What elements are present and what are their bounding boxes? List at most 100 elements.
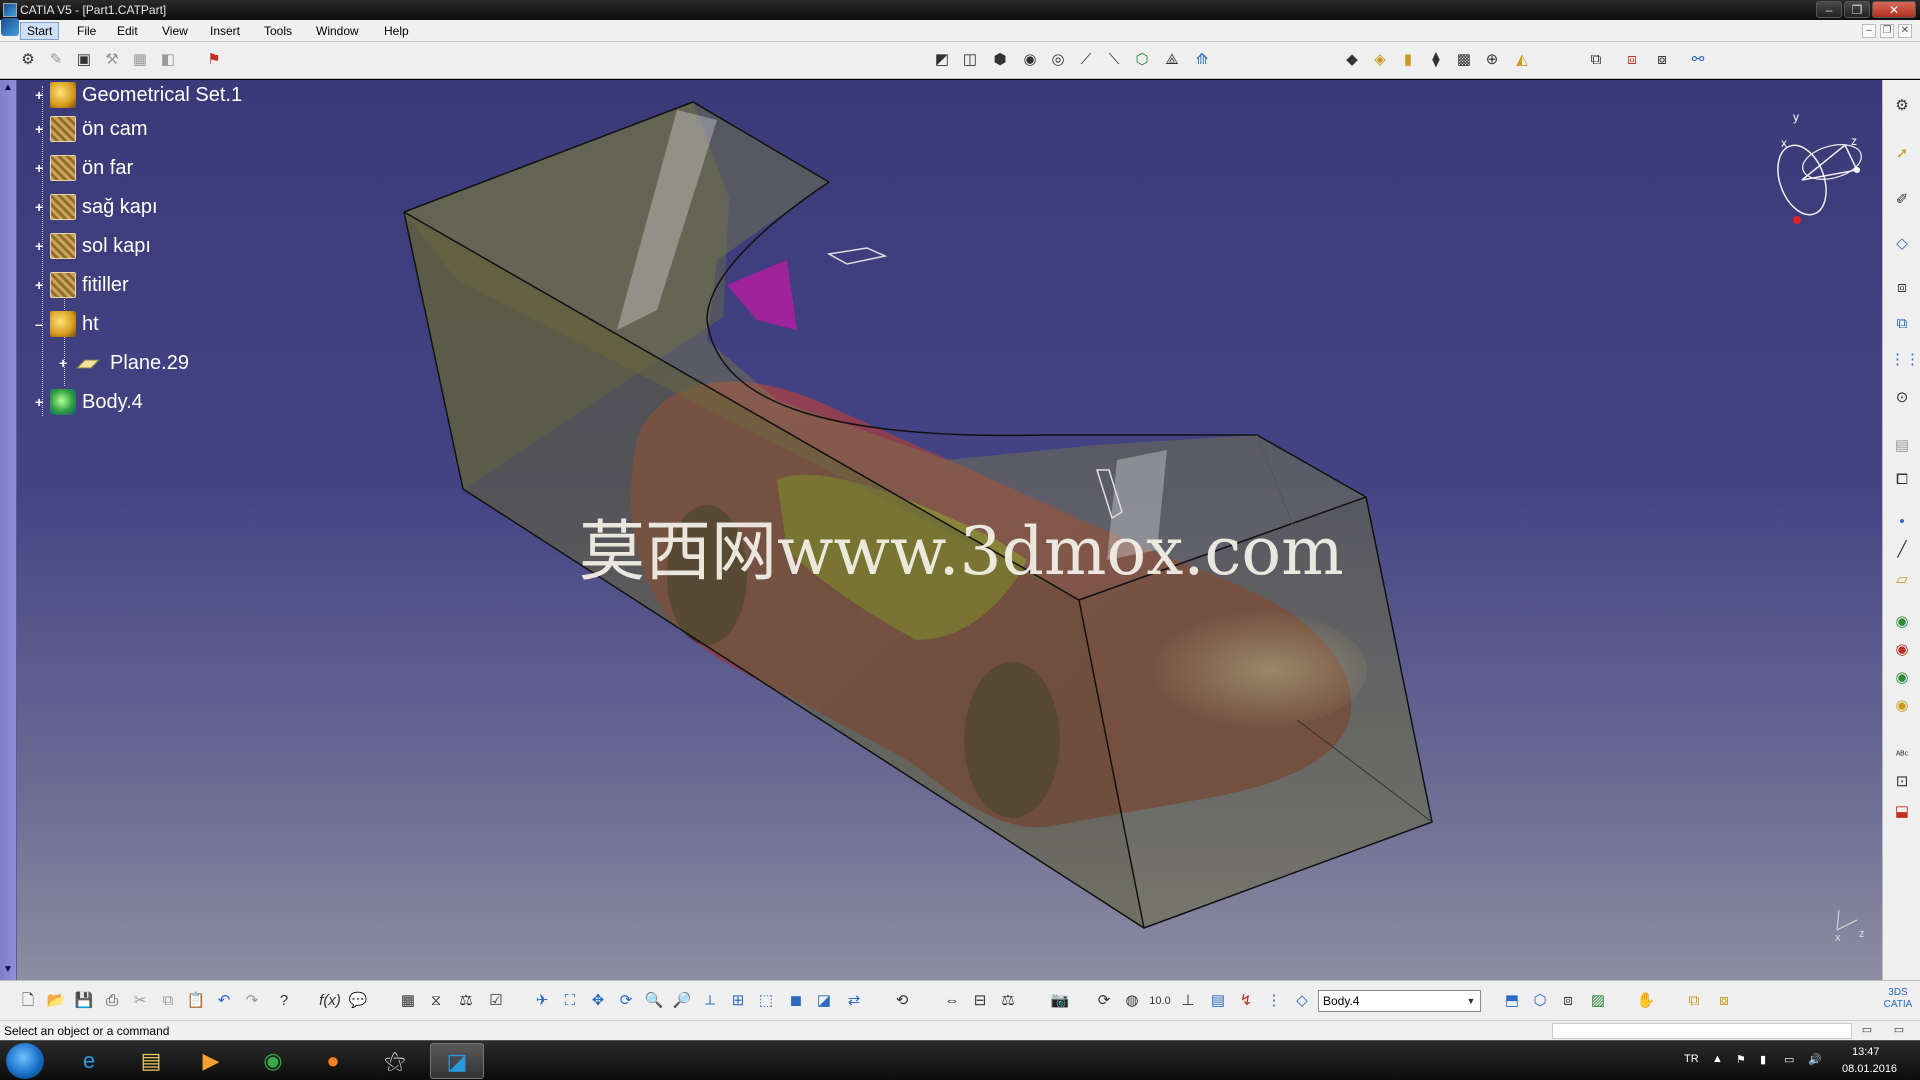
print-icon[interactable]: ⎙ — [100, 989, 124, 1013]
expand-icon[interactable]: + — [35, 88, 49, 103]
menu-start[interactable]: Start — [20, 22, 60, 40]
copy-doc-icon[interactable]: ⧉ — [156, 989, 180, 1013]
apply-material-icon[interactable]: ⧉ — [1890, 312, 1914, 336]
part-body-icon[interactable]: ◇ — [1290, 989, 1314, 1013]
document-icon[interactable] — [1, 18, 19, 36]
annotation-icon[interactable]: ᴬᴮᶜ — [1890, 744, 1914, 768]
knowledge-icon[interactable]: ⧖ — [424, 989, 448, 1013]
grid-icon[interactable]: ▦ — [128, 48, 152, 72]
action-center-icon[interactable]: ⚑ — [1736, 1053, 1746, 1066]
menu-tools[interactable]: Tools — [264, 24, 292, 38]
menu-help[interactable]: Help — [384, 24, 409, 38]
measure-icon[interactable]: ⧈ — [1890, 276, 1914, 300]
thickness-icon[interactable]: ▩ — [1452, 48, 1476, 72]
slot-icon[interactable]: ⟍ — [1102, 48, 1126, 72]
menu-view[interactable]: View — [162, 24, 188, 38]
scroll-up-icon[interactable]: ▲ — [2, 82, 14, 94]
file-explorer-icon[interactable]: ▤ — [124, 1043, 178, 1079]
expand-icon[interactable]: + — [35, 278, 49, 293]
measure-inertia-icon[interactable]: ⚖ — [996, 989, 1020, 1013]
status-button-1[interactable]: ▭ — [1858, 1021, 1876, 1039]
fly-mode-icon[interactable]: ✈ — [530, 989, 554, 1013]
sketch-analysis-icon[interactable]: ⚙ — [16, 48, 40, 72]
axis-system-icon[interactable]: ⊙ — [1890, 386, 1914, 410]
whats-this-icon[interactable]: ? — [272, 989, 296, 1013]
3d-viewport[interactable]: y x z x z 莫西网www.3dmox.com + Geometrical… — [17, 80, 1882, 980]
compass-tool-icon[interactable]: ↯ — [1234, 989, 1258, 1013]
tool-icon[interactable]: ✎ — [44, 48, 68, 72]
point-icon[interactable]: • — [1890, 510, 1914, 534]
maximize-button[interactable]: ❐ — [1844, 1, 1870, 18]
copy-icon[interactable]: ⧠ — [1890, 468, 1914, 492]
clock-date[interactable]: 08.01.2016 — [1842, 1063, 1897, 1075]
reframe-icon[interactable]: ⟳ — [1092, 989, 1116, 1013]
insert-body-icon[interactable]: ⬒ — [1500, 989, 1524, 1013]
menu-insert[interactable]: Insert — [210, 24, 240, 38]
volume-icon[interactable]: 🔊 — [1808, 1053, 1822, 1066]
chevron-down-icon[interactable]: ▼ — [1464, 993, 1478, 1009]
eraser-icon[interactable]: ◇ — [1890, 232, 1914, 256]
expand-icon[interactable]: + — [35, 200, 49, 215]
measure-between-icon[interactable]: ⇔ — [940, 989, 964, 1013]
solidworks-icon[interactable]: ⚝ — [368, 1043, 422, 1079]
tray-expand-icon[interactable]: ▲ — [1712, 1053, 1723, 1065]
hide-show-icon[interactable]: ◪ — [812, 989, 836, 1013]
multi-view-icon[interactable]: ⊞ — [726, 989, 750, 1013]
shaft-icon[interactable]: ⬢ — [988, 48, 1012, 72]
formula-icon[interactable]: f(x) — [318, 989, 342, 1013]
analysis-icon-2[interactable]: ◉ — [1890, 638, 1914, 662]
paste-icon[interactable]: 📋 — [184, 989, 208, 1013]
settings-icon[interactable]: ⚙ — [1890, 94, 1914, 118]
doc-minimize-button[interactable]: – — [1862, 24, 1876, 38]
expand-icon[interactable]: + — [35, 122, 49, 137]
expand-icon[interactable]: + — [35, 239, 49, 254]
chrome-icon[interactable]: ◉ — [246, 1043, 300, 1079]
pad-icon[interactable]: ◩ — [930, 48, 954, 72]
layer-icon[interactable]: ⋮ — [1262, 989, 1286, 1013]
comment-icon[interactable]: 💬 — [346, 989, 370, 1013]
table-icon[interactable]: ▤ — [1890, 434, 1914, 458]
menu-edit[interactable]: Edit — [117, 24, 138, 38]
swap-visible-icon[interactable]: ⇄ — [842, 989, 866, 1013]
menu-window[interactable]: Window — [316, 24, 359, 38]
hole-icon[interactable]: ◎ — [1046, 48, 1070, 72]
fillet-icon[interactable]: ◆ — [1340, 48, 1364, 72]
collapse-icon[interactable]: – — [35, 317, 49, 332]
fit-all-icon[interactable]: ⛶ — [558, 989, 582, 1013]
axis-icon[interactable]: ⊥ — [1176, 989, 1200, 1013]
iso-view-icon[interactable]: ⬚ — [754, 989, 778, 1013]
command-input[interactable] — [1552, 1023, 1852, 1039]
camera-icon[interactable]: 📷 — [1048, 989, 1072, 1013]
minimize-button[interactable]: – — [1816, 1, 1842, 18]
capture-icon[interactable]: ⬓ — [1890, 800, 1914, 824]
dimension-icon[interactable]: 10.0 — [1148, 989, 1172, 1013]
zoom-out-icon[interactable]: 🔎 — [670, 989, 694, 1013]
pocket-icon[interactable]: ◫ — [958, 48, 982, 72]
network-icon[interactable]: ▭ — [1784, 1053, 1794, 1066]
pan-icon[interactable]: ✥ — [586, 989, 610, 1013]
shell-icon[interactable]: ⧫ — [1424, 48, 1448, 72]
scroll-down-icon[interactable]: ▼ — [2, 964, 14, 976]
cut-icon[interactable]: ✂ — [128, 989, 152, 1013]
globe-icon[interactable]: ◍ — [1120, 989, 1144, 1013]
swap-icon[interactable]: ⚒ — [100, 48, 124, 72]
line-icon[interactable]: ╱ — [1890, 538, 1914, 562]
hide-icon[interactable]: ▣ — [72, 48, 96, 72]
cut-part-icon[interactable]: ◧ — [156, 48, 180, 72]
work-object-icon[interactable]: ⧉ — [1682, 989, 1706, 1013]
multi-section-icon[interactable]: ⬡ — [1130, 48, 1154, 72]
save-icon[interactable]: 💾 — [72, 989, 96, 1013]
scan-icon[interactable]: ⧇ — [1712, 989, 1736, 1013]
measure-item-icon[interactable]: ⊟ — [968, 989, 992, 1013]
remove-face-icon[interactable]: ◭ — [1510, 48, 1534, 72]
app-icon[interactable]: ● — [306, 1043, 360, 1079]
doc-close-button[interactable]: ✕ — [1898, 24, 1912, 38]
analysis-icon-3[interactable]: ◉ — [1890, 666, 1914, 690]
select-arrow-icon[interactable]: ➚ — [1890, 142, 1914, 166]
hand-icon[interactable]: ✋ — [1634, 989, 1658, 1013]
expand-icon[interactable]: + — [35, 395, 49, 410]
battery-icon[interactable]: ▮ — [1760, 1053, 1766, 1066]
normal-view-icon[interactable]: ⟂ — [698, 989, 722, 1013]
chamfer-icon[interactable]: ◈ — [1368, 48, 1392, 72]
sketcher-icon[interactable]: ✐ — [1890, 188, 1914, 212]
